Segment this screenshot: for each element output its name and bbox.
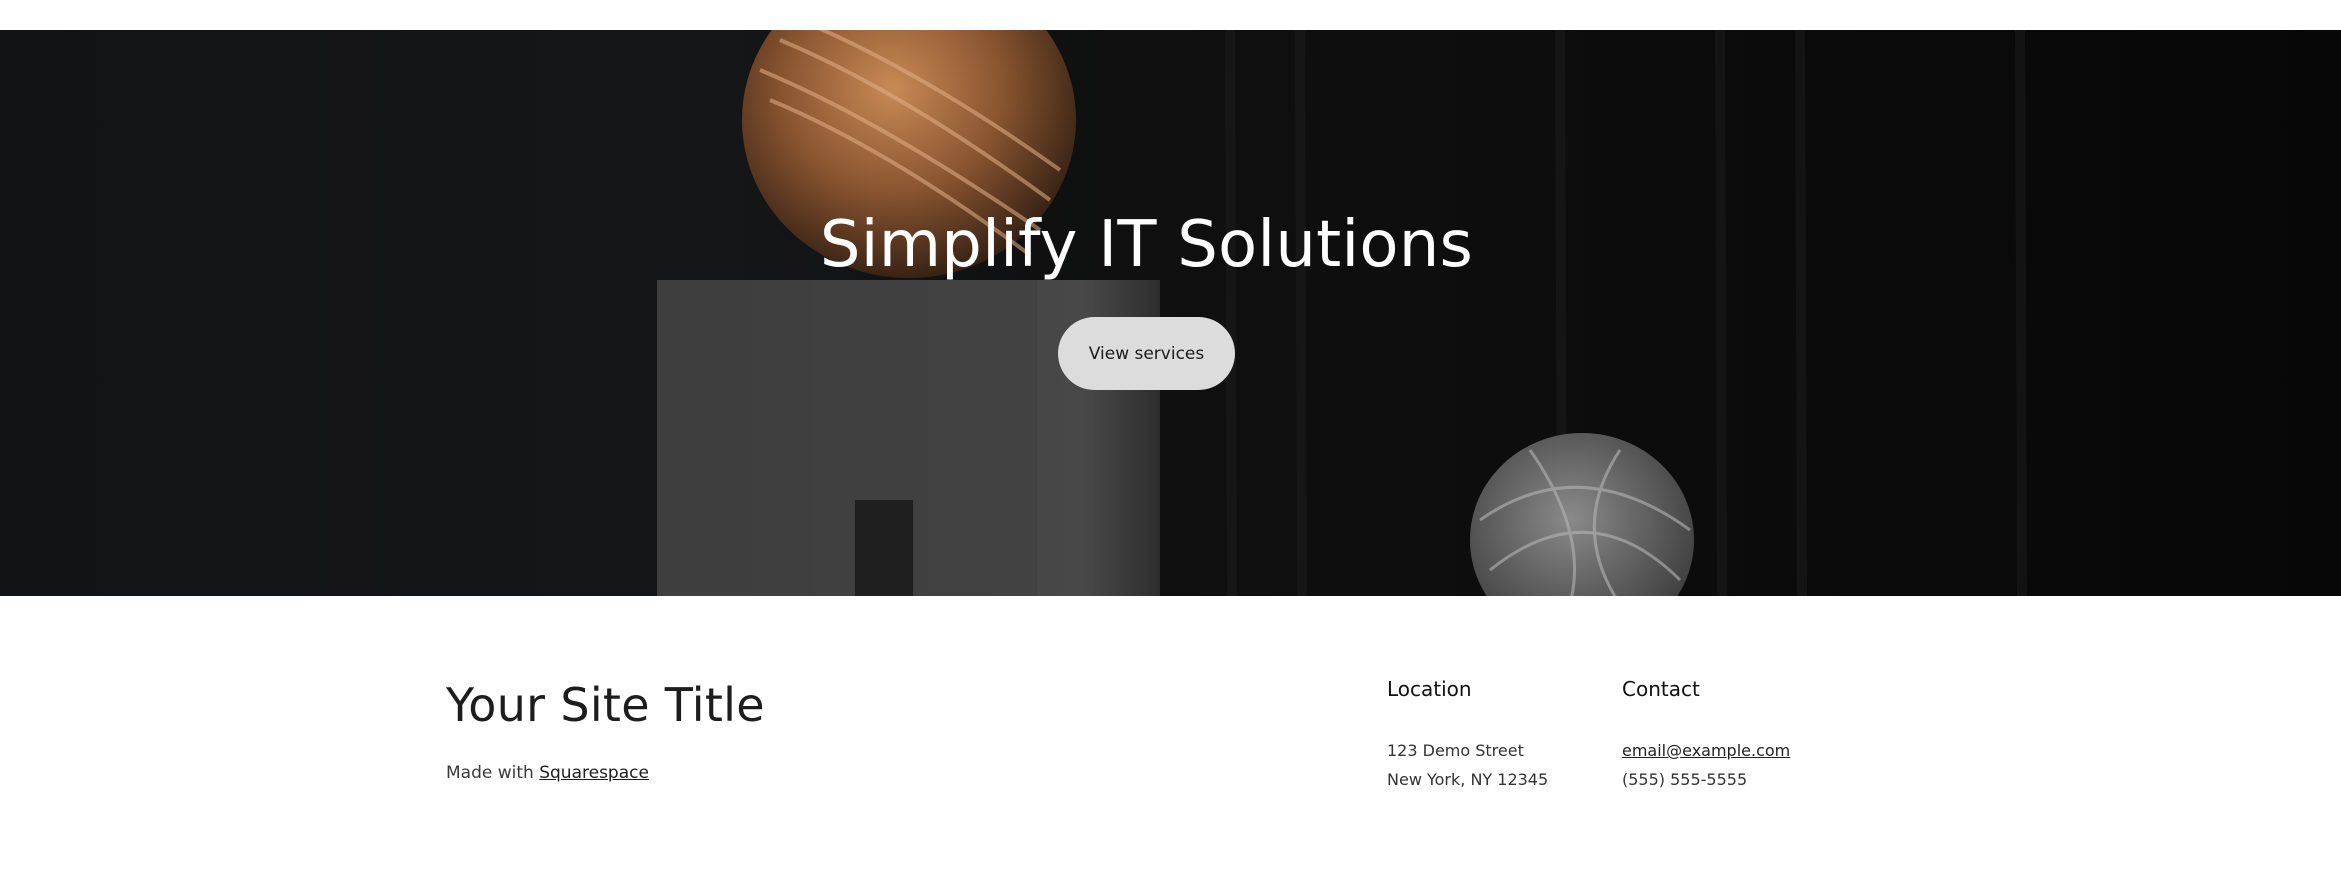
hero-title: Simplify IT Solutions <box>819 208 1474 282</box>
email-link[interactable]: email@example.com <box>1622 741 1790 760</box>
hero-background-image <box>657 30 2341 596</box>
location-heading: Location <box>1387 677 1472 701</box>
phone-number: (555) 555-5555 <box>1622 770 1748 789</box>
contact-heading: Contact <box>1622 677 1700 701</box>
address-line-2: New York, NY 12345 <box>1387 770 1549 789</box>
address-line-1: 123 Demo Street <box>1387 741 1524 760</box>
page: Simplify IT Solutions View services Your… <box>0 0 2341 882</box>
email-line: email@example.com <box>1622 741 1790 760</box>
site-title[interactable]: Your Site Title <box>446 678 765 732</box>
squarespace-link[interactable]: Squarespace <box>539 763 649 783</box>
hero-section: Simplify IT Solutions View services <box>0 30 2341 596</box>
view-services-button[interactable]: View services <box>1058 317 1235 390</box>
site-footer: Your Site Title Made with Squarespace Lo… <box>0 596 2341 882</box>
made-with-prefix: Made with <box>446 763 534 783</box>
made-with-text: Made with Squarespace <box>446 763 649 783</box>
